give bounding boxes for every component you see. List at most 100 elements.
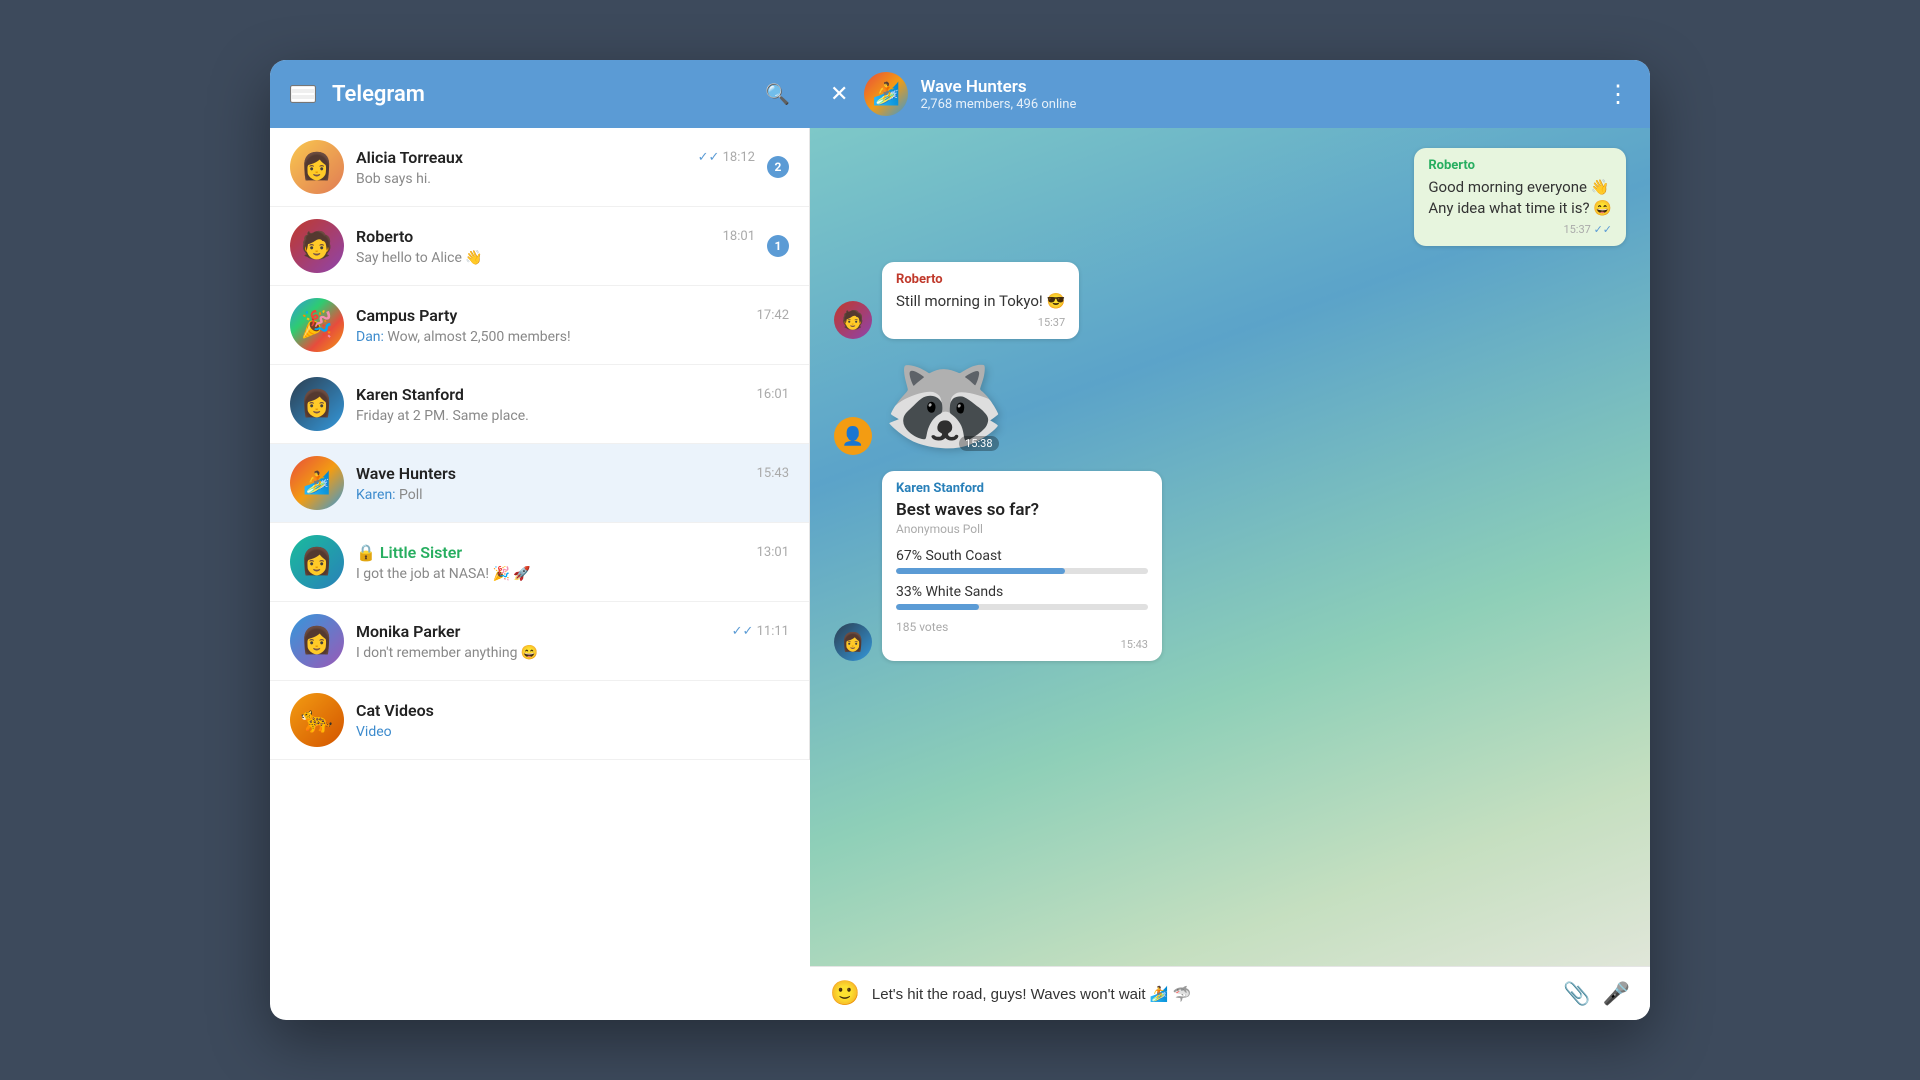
sidebar: 👩 Alicia Torreaux ✓✓ 18:12 Bob says hi. … bbox=[270, 128, 810, 760]
poll-option-1[interactable]: 67% South Coast bbox=[896, 548, 1148, 574]
msg-text-own1: Good morning everyone 👋Any idea what tim… bbox=[1428, 177, 1612, 219]
sticker-time: 15:38 bbox=[959, 436, 998, 451]
chat-name-wave: Wave Hunters bbox=[356, 464, 456, 483]
chat-name-cat: Cat Videos bbox=[356, 701, 434, 720]
chat-info-little: 🔒 Little Sister 13:01 I got the job at N… bbox=[356, 543, 789, 582]
app-header: Telegram 🔍 ✕ 🏄 Wave Hunters 2,768 member… bbox=[270, 60, 1650, 128]
avatar-alicia: 👩 bbox=[290, 140, 344, 194]
chat-header-avatar: 🏄 bbox=[864, 72, 908, 116]
chat-info-alicia: Alicia Torreaux ✓✓ 18:12 Bob says hi. bbox=[356, 148, 755, 187]
msg-row-sticker: 👤 🦝 15:38 bbox=[834, 355, 1626, 455]
chat-preview-campus: Dan: Wow, almost 2,500 members! bbox=[356, 329, 789, 345]
chat-info-roberto: Roberto 18:01 Say hello to Alice 👋 bbox=[356, 227, 755, 266]
poll-bar-fill-2 bbox=[896, 604, 979, 610]
msg-time-roberto1: 15:37 bbox=[896, 316, 1065, 329]
chat-item-alicia[interactable]: 👩 Alicia Torreaux ✓✓ 18:12 Bob says hi. … bbox=[270, 128, 809, 207]
chat-name-alicia: Alicia Torreaux bbox=[356, 148, 463, 167]
msg-sender-own1: Roberto bbox=[1428, 158, 1612, 173]
msg-bubble-poll: Karen Stanford Best waves so far? Anonym… bbox=[882, 471, 1162, 661]
chat-time-wave: 15:43 bbox=[757, 466, 789, 481]
chat-time-little: 13:01 bbox=[757, 545, 789, 560]
chat-messages: Roberto Good morning everyone 👋Any idea … bbox=[810, 128, 1650, 966]
chat-info-karen: Karen Stanford 16:01 Friday at 2 PM. Sam… bbox=[356, 385, 789, 424]
msg-avatar-sticker: 👤 bbox=[834, 417, 872, 455]
chat-preview-wave: Karen: Poll bbox=[356, 487, 789, 503]
chat-info-monika: Monika Parker ✓✓ 11:11 I don't remember … bbox=[356, 622, 789, 661]
chat-name-monika: Monika Parker bbox=[356, 622, 460, 641]
chat-name: Wave Hunters bbox=[920, 77, 1594, 97]
chat-time-monika: ✓✓ 11:11 bbox=[732, 624, 789, 639]
msg-row-poll: 👩 Karen Stanford Best waves so far? Anon… bbox=[834, 471, 1626, 661]
msg-avatar-karen-poll: 👩 bbox=[834, 623, 872, 661]
close-button[interactable]: ✕ bbox=[830, 81, 848, 107]
chat-item-monika[interactable]: 👩 Monika Parker ✓✓ 11:11 I don't remembe… bbox=[270, 602, 809, 681]
app-title: Telegram bbox=[332, 82, 749, 107]
avatar-roberto: 🧑 bbox=[290, 219, 344, 273]
chat-info-wave: Wave Hunters 15:43 Karen: Poll bbox=[356, 464, 789, 503]
poll-votes: 185 votes bbox=[896, 620, 1148, 634]
msg-bubble-roberto1: Roberto Still morning in Tokyo! 😎 15:37 bbox=[882, 262, 1079, 339]
mic-button[interactable]: 🎤 bbox=[1603, 981, 1630, 1007]
msg-text-roberto1: Still morning in Tokyo! 😎 bbox=[896, 291, 1065, 312]
poll-option-2[interactable]: 33% White Sands bbox=[896, 584, 1148, 610]
msg-time-poll: 15:43 bbox=[896, 638, 1148, 651]
msg-avatar-roberto: 🧑 bbox=[834, 301, 872, 339]
poll-bar-bg-2 bbox=[896, 604, 1148, 610]
avatar-wave: 🏄 bbox=[290, 456, 344, 510]
chat-header: ✕ 🏄 Wave Hunters 2,768 members, 496 onli… bbox=[810, 72, 1650, 116]
poll-option-2-label: 33% White Sands bbox=[896, 584, 1003, 600]
poll-type: Anonymous Poll bbox=[896, 522, 1148, 536]
chat-preview-monika: I don't remember anything 😄 bbox=[356, 645, 789, 661]
chat-item-campus[interactable]: 🎉 Campus Party 17:42 Dan: Wow, almost 2,… bbox=[270, 286, 809, 365]
msg-sender-roberto1: Roberto bbox=[896, 272, 1065, 287]
chat-time-karen: 16:01 bbox=[757, 387, 789, 402]
avatar-karen: 👩 bbox=[290, 377, 344, 431]
app-window: Telegram 🔍 ✕ 🏄 Wave Hunters 2,768 member… bbox=[270, 60, 1650, 1020]
chat-name-little: 🔒 Little Sister bbox=[356, 543, 462, 562]
chat-item-roberto[interactable]: 🧑 Roberto 18:01 Say hello to Alice 👋 1 bbox=[270, 207, 809, 286]
chat-input-area: 🙂 📎 🎤 bbox=[810, 966, 1650, 1020]
poll-title: Best waves so far? bbox=[896, 500, 1148, 520]
search-button[interactable]: 🔍 bbox=[765, 82, 790, 107]
avatar-campus: 🎉 bbox=[290, 298, 344, 352]
chat-header-info: Wave Hunters 2,768 members, 496 online bbox=[920, 77, 1594, 112]
chat-preview-alicia: Bob says hi. bbox=[356, 171, 755, 187]
chat-info-campus: Campus Party 17:42 Dan: Wow, almost 2,50… bbox=[356, 306, 789, 345]
avatar-little: 👩 bbox=[290, 535, 344, 589]
chat-preview-roberto: Say hello to Alice 👋 bbox=[356, 250, 755, 266]
msg-row-roberto1: 🧑 Roberto Still morning in Tokyo! 😎 15:3… bbox=[834, 262, 1626, 339]
chat-time-roberto: 18:01 bbox=[723, 229, 755, 244]
poll-bar-bg-1 bbox=[896, 568, 1148, 574]
chat-name-roberto: Roberto bbox=[356, 227, 413, 246]
poll-bar-fill-1 bbox=[896, 568, 1065, 574]
message-input[interactable] bbox=[872, 985, 1551, 1002]
badge-alicia: 2 bbox=[767, 156, 789, 178]
msg-time-own1: 15:37 ✓✓ bbox=[1428, 223, 1612, 236]
sidebar-wrapper: 👩 Alicia Torreaux ✓✓ 18:12 Bob says hi. … bbox=[270, 128, 810, 1020]
chat-preview-cat: Video bbox=[356, 724, 789, 740]
chat-item-wave[interactable]: 🏄 Wave Hunters 15:43 Karen: Poll bbox=[270, 444, 809, 523]
chat-preview-little: I got the job at NASA! 🎉 🚀 bbox=[356, 566, 789, 582]
badge-roberto: 1 bbox=[767, 235, 789, 257]
emoji-button[interactable]: 🙂 bbox=[830, 979, 860, 1008]
chat-preview-karen: Friday at 2 PM. Same place. bbox=[356, 408, 789, 424]
chat-item-cat[interactable]: 🐆 Cat Videos Video bbox=[270, 681, 809, 760]
chat-name-karen: Karen Stanford bbox=[356, 385, 464, 404]
msg-sender-poll: Karen Stanford bbox=[896, 481, 1148, 496]
app-body: 👩 Alicia Torreaux ✓✓ 18:12 Bob says hi. … bbox=[270, 128, 1650, 1020]
hamburger-button[interactable] bbox=[290, 85, 316, 103]
chat-subtitle: 2,768 members, 496 online bbox=[920, 97, 1594, 112]
chat-item-little[interactable]: 👩 🔒 Little Sister 13:01 I got the job at… bbox=[270, 523, 809, 602]
chat-time-campus: 17:42 bbox=[757, 308, 789, 323]
sidebar-header: Telegram 🔍 bbox=[270, 82, 810, 107]
chat-name-campus: Campus Party bbox=[356, 306, 457, 325]
chat-item-karen[interactable]: 👩 Karen Stanford 16:01 Friday at 2 PM. S… bbox=[270, 365, 809, 444]
chat-area: Roberto Good morning everyone 👋Any idea … bbox=[810, 128, 1650, 1020]
avatar-monika: 👩 bbox=[290, 614, 344, 668]
msg-bubble-own1: Roberto Good morning everyone 👋Any idea … bbox=[1414, 148, 1626, 246]
msg-row-own1: Roberto Good morning everyone 👋Any idea … bbox=[834, 148, 1626, 246]
more-button[interactable]: ⋮ bbox=[1606, 80, 1630, 109]
chat-info-cat: Cat Videos Video bbox=[356, 701, 789, 740]
attach-button[interactable]: 📎 bbox=[1563, 981, 1590, 1007]
sticker-container: 🦝 15:38 bbox=[882, 355, 1007, 455]
